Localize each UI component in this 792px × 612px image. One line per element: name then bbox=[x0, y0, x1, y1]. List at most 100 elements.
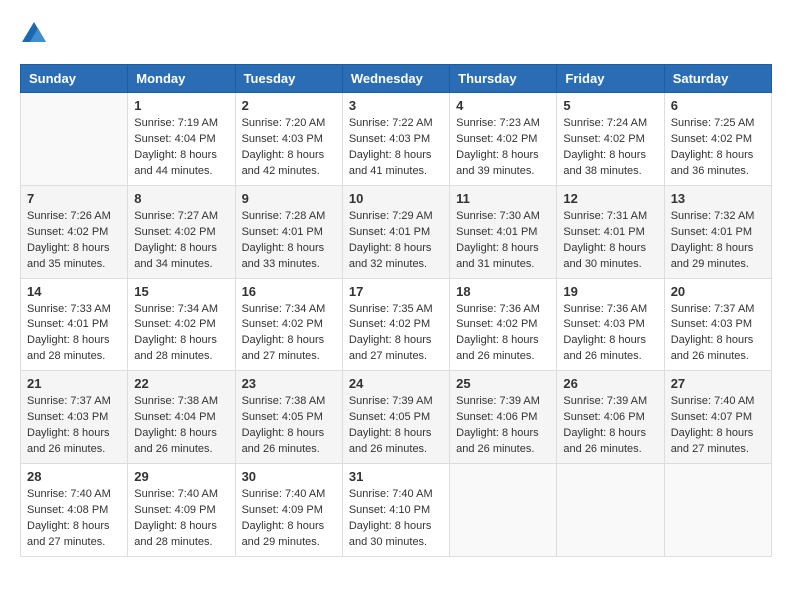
day-info: Sunrise: 7:30 AMSunset: 4:01 PMDaylight:… bbox=[456, 209, 550, 273]
day-number: 8 bbox=[134, 191, 228, 206]
calendar-cell: 17 Sunrise: 7:35 AMSunset: 4:02 PMDayligh… bbox=[342, 278, 449, 371]
day-number: 27 bbox=[671, 376, 765, 391]
day-number: 24 bbox=[349, 376, 443, 391]
calendar-cell: 10Sunrise: 7:29 AMSunset: 4:01 PMDayligh… bbox=[342, 185, 449, 278]
day-info: Sunrise: 7:37 AMSunset: 4:03 PMDaylight:… bbox=[27, 394, 121, 458]
day-info: Sunrise: 7:24 AMSunset: 4:02 PMDaylight:… bbox=[563, 116, 657, 180]
calendar-cell: 13 Sunrise: 7:32 AMSunset: 4:01 PMDayligh… bbox=[664, 185, 771, 278]
calendar-cell: 9 Sunrise: 7:28 AMSunset: 4:01 PMDaylight… bbox=[235, 185, 342, 278]
day-number: 31 bbox=[349, 469, 443, 484]
day-info: Sunrise: 7:39 AMSunset: 4:06 PMDaylight:… bbox=[456, 394, 550, 458]
day-number: 22 bbox=[134, 376, 228, 391]
calendar-cell: 25 Sunrise: 7:39 AMSunset: 4:06 PMDayligh… bbox=[450, 371, 557, 464]
calendar-cell bbox=[557, 464, 664, 557]
calendar-cell: 4 Sunrise: 7:23 AMSunset: 4:02 PMDaylight… bbox=[450, 93, 557, 186]
weekday-header: Friday bbox=[557, 65, 664, 93]
calendar-cell: 15Sunrise: 7:34 AMSunset: 4:02 PMDayligh… bbox=[128, 278, 235, 371]
day-number: 12 bbox=[563, 191, 657, 206]
day-number: 29 bbox=[134, 469, 228, 484]
day-number: 7 bbox=[27, 191, 121, 206]
day-number: 2 bbox=[242, 98, 336, 113]
day-info: Sunrise: 7:38 AMSunset: 4:04 PMDaylight:… bbox=[134, 394, 228, 458]
calendar-week-row: 7 Sunrise: 7:26 AMSunset: 4:02 PMDaylight… bbox=[21, 185, 772, 278]
calendar-cell: 31Sunrise: 7:40 AMSunset: 4:10 PMDayligh… bbox=[342, 464, 449, 557]
day-number: 5 bbox=[563, 98, 657, 113]
day-number: 28 bbox=[27, 469, 121, 484]
calendar-cell: 1Sunrise: 7:19 AMSunset: 4:04 PMDaylight… bbox=[128, 93, 235, 186]
day-info: Sunrise: 7:40 AMSunset: 4:07 PMDaylight:… bbox=[671, 394, 765, 458]
calendar-cell: 26 Sunrise: 7:39 AMSunset: 4:06 PMDayligh… bbox=[557, 371, 664, 464]
calendar-cell: 18Sunrise: 7:36 AMSunset: 4:02 PMDayligh… bbox=[450, 278, 557, 371]
day-info: Sunrise: 7:33 AMSunset: 4:01 PMDaylight:… bbox=[27, 302, 121, 366]
calendar-header-row: SundayMondayTuesdayWednesdayThursdayFrid… bbox=[21, 65, 772, 93]
calendar-cell: 23Sunrise: 7:38 AMSunset: 4:05 PMDayligh… bbox=[235, 371, 342, 464]
day-number: 6 bbox=[671, 98, 765, 113]
calendar-table: SundayMondayTuesdayWednesdayThursdayFrid… bbox=[20, 64, 772, 557]
calendar-cell: 12 Sunrise: 7:31 AMSunset: 4:01 PMDayligh… bbox=[557, 185, 664, 278]
day-number: 3 bbox=[349, 98, 443, 113]
day-info: Sunrise: 7:39 AMSunset: 4:06 PMDaylight:… bbox=[563, 394, 657, 458]
day-number: 9 bbox=[242, 191, 336, 206]
day-number: 19 bbox=[563, 284, 657, 299]
calendar-cell: 20Sunrise: 7:37 AMSunset: 4:03 PMDayligh… bbox=[664, 278, 771, 371]
weekday-header: Monday bbox=[128, 65, 235, 93]
page-header bbox=[20, 20, 772, 48]
calendar-cell: 7 Sunrise: 7:26 AMSunset: 4:02 PMDaylight… bbox=[21, 185, 128, 278]
day-info: Sunrise: 7:40 AMSunset: 4:09 PMDaylight:… bbox=[242, 487, 336, 551]
day-info: Sunrise: 7:31 AMSunset: 4:01 PMDaylight:… bbox=[563, 209, 657, 273]
day-number: 14 bbox=[27, 284, 121, 299]
day-info: Sunrise: 7:28 AMSunset: 4:01 PMDaylight:… bbox=[242, 209, 336, 273]
calendar-cell: 5 Sunrise: 7:24 AMSunset: 4:02 PMDaylight… bbox=[557, 93, 664, 186]
calendar-cell bbox=[21, 93, 128, 186]
day-info: Sunrise: 7:36 AMSunset: 4:03 PMDaylight:… bbox=[563, 302, 657, 366]
calendar-cell: 2Sunrise: 7:20 AMSunset: 4:03 PMDaylight… bbox=[235, 93, 342, 186]
calendar-week-row: 21 Sunrise: 7:37 AMSunset: 4:03 PMDayligh… bbox=[21, 371, 772, 464]
calendar-week-row: 1Sunrise: 7:19 AMSunset: 4:04 PMDaylight… bbox=[21, 93, 772, 186]
calendar-cell bbox=[664, 464, 771, 557]
calendar-cell: 30 Sunrise: 7:40 AMSunset: 4:09 PMDayligh… bbox=[235, 464, 342, 557]
day-number: 21 bbox=[27, 376, 121, 391]
calendar-cell: 11 Sunrise: 7:30 AMSunset: 4:01 PMDayligh… bbox=[450, 185, 557, 278]
calendar-cell bbox=[450, 464, 557, 557]
day-info: Sunrise: 7:35 AMSunset: 4:02 PMDaylight:… bbox=[349, 302, 443, 366]
calendar-cell: 27 Sunrise: 7:40 AMSunset: 4:07 PMDayligh… bbox=[664, 371, 771, 464]
day-number: 25 bbox=[456, 376, 550, 391]
day-info: Sunrise: 7:23 AMSunset: 4:02 PMDaylight:… bbox=[456, 116, 550, 180]
calendar-cell: 21 Sunrise: 7:37 AMSunset: 4:03 PMDayligh… bbox=[21, 371, 128, 464]
calendar-cell: 16 Sunrise: 7:34 AMSunset: 4:02 PMDayligh… bbox=[235, 278, 342, 371]
calendar-week-row: 28 Sunrise: 7:40 AMSunset: 4:08 PMDayligh… bbox=[21, 464, 772, 557]
day-number: 16 bbox=[242, 284, 336, 299]
day-number: 13 bbox=[671, 191, 765, 206]
weekday-header: Thursday bbox=[450, 65, 557, 93]
day-number: 17 bbox=[349, 284, 443, 299]
day-number: 30 bbox=[242, 469, 336, 484]
logo bbox=[20, 20, 52, 48]
weekday-header: Wednesday bbox=[342, 65, 449, 93]
day-info: Sunrise: 7:40 AMSunset: 4:09 PMDaylight:… bbox=[134, 487, 228, 551]
weekday-header: Saturday bbox=[664, 65, 771, 93]
calendar-cell: 8 Sunrise: 7:27 AMSunset: 4:02 PMDaylight… bbox=[128, 185, 235, 278]
day-info: Sunrise: 7:32 AMSunset: 4:01 PMDaylight:… bbox=[671, 209, 765, 273]
calendar-cell: 28 Sunrise: 7:40 AMSunset: 4:08 PMDayligh… bbox=[21, 464, 128, 557]
calendar-cell: 29 Sunrise: 7:40 AMSunset: 4:09 PMDayligh… bbox=[128, 464, 235, 557]
day-number: 18 bbox=[456, 284, 550, 299]
calendar-cell: 3 Sunrise: 7:22 AMSunset: 4:03 PMDaylight… bbox=[342, 93, 449, 186]
calendar-cell: 6 Sunrise: 7:25 AMSunset: 4:02 PMDaylight… bbox=[664, 93, 771, 186]
calendar-week-row: 14 Sunrise: 7:33 AMSunset: 4:01 PMDayligh… bbox=[21, 278, 772, 371]
day-number: 23 bbox=[242, 376, 336, 391]
day-info: Sunrise: 7:27 AMSunset: 4:02 PMDaylight:… bbox=[134, 209, 228, 273]
weekday-header: Sunday bbox=[21, 65, 128, 93]
day-number: 11 bbox=[456, 191, 550, 206]
calendar-cell: 14 Sunrise: 7:33 AMSunset: 4:01 PMDayligh… bbox=[21, 278, 128, 371]
day-info: Sunrise: 7:34 AMSunset: 4:02 PMDaylight:… bbox=[242, 302, 336, 366]
weekday-header: Tuesday bbox=[235, 65, 342, 93]
day-info: Sunrise: 7:40 AMSunset: 4:08 PMDaylight:… bbox=[27, 487, 121, 551]
day-info: Sunrise: 7:22 AMSunset: 4:03 PMDaylight:… bbox=[349, 116, 443, 180]
day-number: 10 bbox=[349, 191, 443, 206]
day-info: Sunrise: 7:25 AMSunset: 4:02 PMDaylight:… bbox=[671, 116, 765, 180]
day-number: 26 bbox=[563, 376, 657, 391]
day-number: 4 bbox=[456, 98, 550, 113]
day-info: Sunrise: 7:26 AMSunset: 4:02 PMDaylight:… bbox=[27, 209, 121, 273]
calendar-cell: 24Sunrise: 7:39 AMSunset: 4:05 PMDayligh… bbox=[342, 371, 449, 464]
day-info: Sunrise: 7:19 AMSunset: 4:04 PMDaylight:… bbox=[134, 116, 228, 180]
